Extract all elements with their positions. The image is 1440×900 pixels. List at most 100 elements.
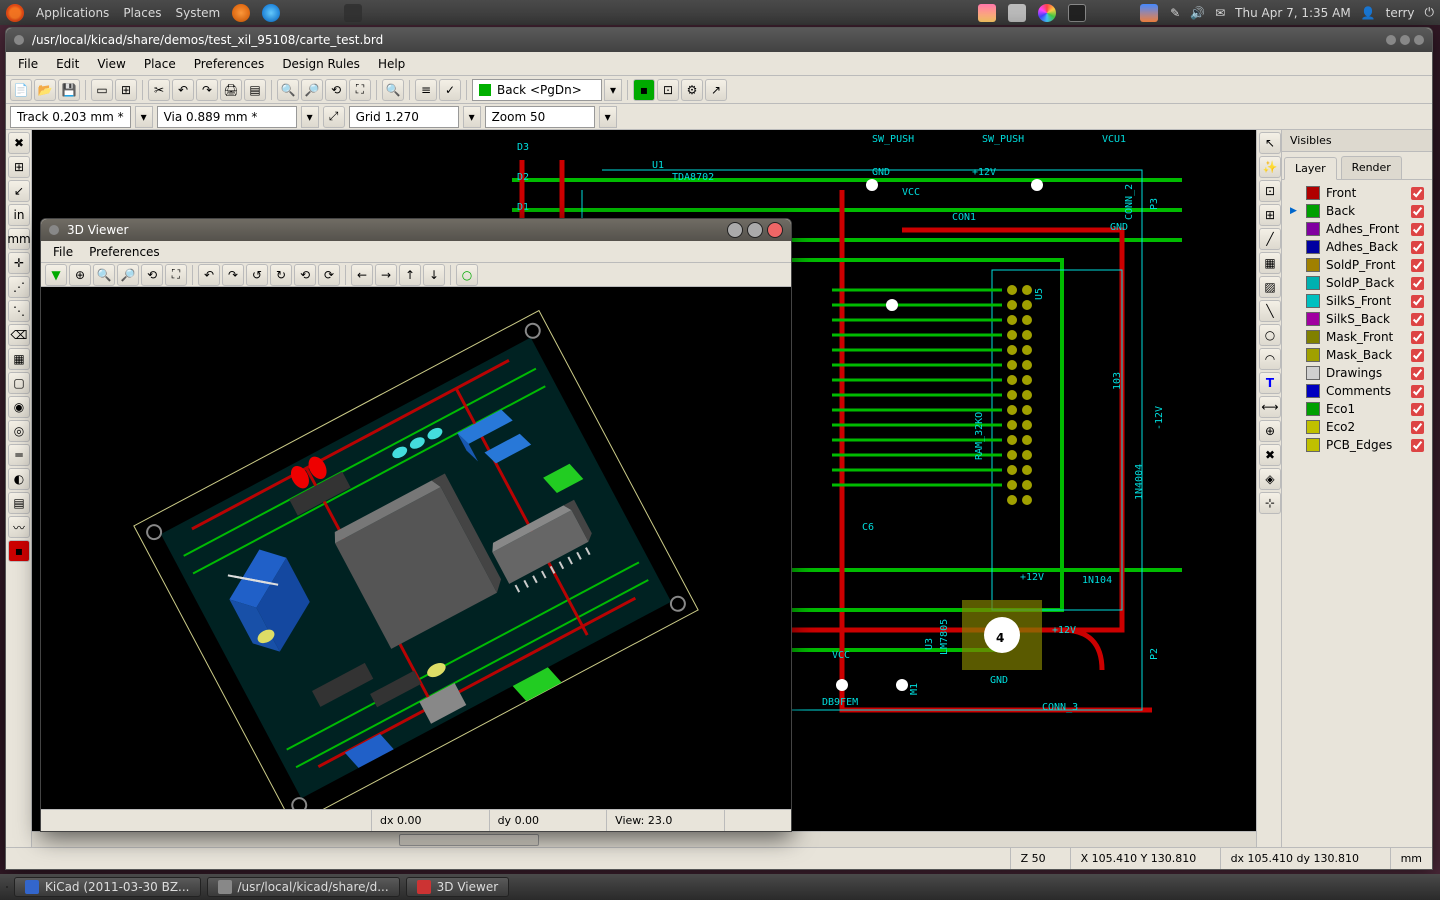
- layer-visibility-checkbox[interactable]: [1411, 421, 1424, 434]
- ortho-icon[interactable]: ○: [456, 264, 478, 286]
- script-icon[interactable]: ▪: [8, 540, 30, 562]
- tab-layer[interactable]: Layer: [1284, 157, 1337, 180]
- drc-icon[interactable]: ✓: [439, 79, 461, 101]
- tab-render[interactable]: Render: [1341, 156, 1402, 179]
- rotate-x-pos-icon[interactable]: ↷: [222, 264, 244, 286]
- grid-icon[interactable]: ⊞: [8, 156, 30, 178]
- app-icon[interactable]: [1140, 4, 1158, 22]
- add-zone-icon[interactable]: ▦: [1259, 252, 1281, 274]
- drc-off-icon[interactable]: ✖: [8, 132, 30, 154]
- redo-icon[interactable]: ↷: [196, 79, 218, 101]
- zoom-out-icon[interactable]: 🔎: [301, 79, 323, 101]
- menu-view[interactable]: View: [89, 54, 133, 74]
- add-circle-icon[interactable]: ○: [1259, 324, 1281, 346]
- layer-visibility-checkbox[interactable]: [1411, 295, 1424, 308]
- ratsnest-icon[interactable]: ⋰: [8, 276, 30, 298]
- plot-icon[interactable]: ▤: [244, 79, 266, 101]
- fit-icon[interactable]: ⛶: [165, 264, 187, 286]
- ubuntu-logo-icon[interactable]: [6, 4, 24, 22]
- layer-color-swatch[interactable]: [1306, 186, 1320, 200]
- print-icon[interactable]: 🖨: [220, 79, 242, 101]
- layer-color-swatch[interactable]: [1306, 294, 1320, 308]
- dropdown-arrow-icon[interactable]: ▾: [301, 106, 319, 128]
- task-pcbnew[interactable]: /usr/local/kicad/share/d...: [207, 877, 400, 897]
- show-pads-icon[interactable]: ◉: [8, 396, 30, 418]
- show-tracks-icon[interactable]: ═: [8, 444, 30, 466]
- layer-row-front[interactable]: Front: [1286, 184, 1428, 202]
- layer-row-eco1[interactable]: Eco1: [1286, 400, 1428, 418]
- dropdown-arrow-icon[interactable]: ▾: [463, 106, 481, 128]
- layer-selector[interactable]: Back <PgDn>: [472, 79, 602, 101]
- help-icon[interactable]: [262, 4, 280, 22]
- layer-color-swatch[interactable]: [1306, 312, 1320, 326]
- save-icon[interactable]: 💾: [58, 79, 80, 101]
- menu-help[interactable]: Help: [370, 54, 413, 74]
- menu-preferences[interactable]: Preferences: [83, 243, 166, 261]
- add-line-icon[interactable]: ╲: [1259, 300, 1281, 322]
- layer-visibility-checkbox[interactable]: [1411, 313, 1424, 326]
- menu-file[interactable]: File: [10, 54, 46, 74]
- layer-color-swatch[interactable]: [1306, 258, 1320, 272]
- layer-color-swatch[interactable]: [1306, 348, 1320, 362]
- layer-visibility-checkbox[interactable]: [1411, 403, 1424, 416]
- user-indicator[interactable]: 👤: [1361, 6, 1376, 20]
- add-track-icon[interactable]: ╱: [1259, 228, 1281, 250]
- mode-track-icon[interactable]: ⊡: [657, 79, 679, 101]
- layer-row-drawings[interactable]: Drawings: [1286, 364, 1428, 382]
- grid-origin-icon[interactable]: ⊹: [1259, 492, 1281, 514]
- cursor-icon[interactable]: ✛: [8, 252, 30, 274]
- layer-row-silks_back[interactable]: SilkS_Back: [1286, 310, 1428, 328]
- dropdown-arrow-icon[interactable]: ▾: [135, 106, 153, 128]
- zoom-selector[interactable]: Zoom 50: [485, 106, 595, 128]
- layer-color-swatch[interactable]: [1306, 240, 1320, 254]
- layer-visibility-checkbox[interactable]: [1411, 367, 1424, 380]
- rotate-y-neg-icon[interactable]: ↺: [246, 264, 268, 286]
- layer-row-soldp_back[interactable]: SoldP_Back: [1286, 274, 1428, 292]
- zoom-in-icon[interactable]: 🔍: [277, 79, 299, 101]
- microwave-icon[interactable]: 〰: [8, 516, 30, 538]
- minimize-button[interactable]: [727, 222, 743, 238]
- username[interactable]: terry: [1386, 6, 1415, 20]
- layer-color-swatch[interactable]: [1306, 222, 1320, 236]
- layer-color-swatch[interactable]: [1306, 420, 1320, 434]
- zoom-out-icon[interactable]: 🔎: [117, 264, 139, 286]
- add-keepout-icon[interactable]: ▨: [1259, 276, 1281, 298]
- track-width-selector[interactable]: Track 0.203 mm *: [10, 106, 131, 128]
- layer-color-swatch[interactable]: [1306, 438, 1320, 452]
- firefox-icon[interactable]: [232, 4, 250, 22]
- move-right-icon[interactable]: →: [375, 264, 397, 286]
- layer-row-silks_front[interactable]: SilkS_Front: [1286, 292, 1428, 310]
- horizontal-scrollbar[interactable]: [32, 831, 1256, 847]
- layer-row-eco2[interactable]: Eco2: [1286, 418, 1428, 436]
- 3d-viewer-titlebar[interactable]: 3D Viewer: [41, 219, 791, 241]
- titlebar[interactable]: /usr/local/kicad/share/demos/test_xil_95…: [6, 28, 1432, 52]
- cut-icon[interactable]: ✂: [148, 79, 170, 101]
- applications-menu[interactable]: Applications: [36, 6, 109, 20]
- highlight-net-icon[interactable]: ✨: [1259, 156, 1281, 178]
- layer-visibility-checkbox[interactable]: [1411, 223, 1424, 236]
- move-down-icon[interactable]: ↓: [423, 264, 445, 286]
- freeroute-icon[interactable]: ↗: [705, 79, 727, 101]
- copy-image-icon[interactable]: ⊕: [69, 264, 91, 286]
- close-button[interactable]: [767, 222, 783, 238]
- layer-visibility-checkbox[interactable]: [1411, 187, 1424, 200]
- zoom-fit-icon[interactable]: ⛶: [349, 79, 371, 101]
- layer-visibility-checkbox[interactable]: [1411, 277, 1424, 290]
- layer-row-adhes_front[interactable]: Adhes_Front: [1286, 220, 1428, 238]
- menu-preferences[interactable]: Preferences: [186, 54, 273, 74]
- files-icon[interactable]: [978, 4, 996, 22]
- color-icon[interactable]: [1038, 4, 1056, 22]
- layer-color-swatch[interactable]: [1306, 402, 1320, 416]
- layer-visibility-checkbox[interactable]: [1411, 331, 1424, 344]
- dropdown-arrow-icon[interactable]: ▾: [604, 79, 622, 101]
- add-text-icon[interactable]: T: [1259, 372, 1281, 394]
- add-module-icon[interactable]: ⊞: [1259, 204, 1281, 226]
- layer-visibility-checkbox[interactable]: [1411, 439, 1424, 452]
- find-icon[interactable]: 🔍: [382, 79, 404, 101]
- redraw-icon[interactable]: ⟲: [141, 264, 163, 286]
- module-editor-icon[interactable]: ⊞: [115, 79, 137, 101]
- layer-row-mask_back[interactable]: Mask_Back: [1286, 346, 1428, 364]
- layer-row-comments[interactable]: Comments: [1286, 382, 1428, 400]
- system-menu[interactable]: System: [175, 6, 220, 20]
- rotate-z-neg-icon[interactable]: ⟲: [294, 264, 316, 286]
